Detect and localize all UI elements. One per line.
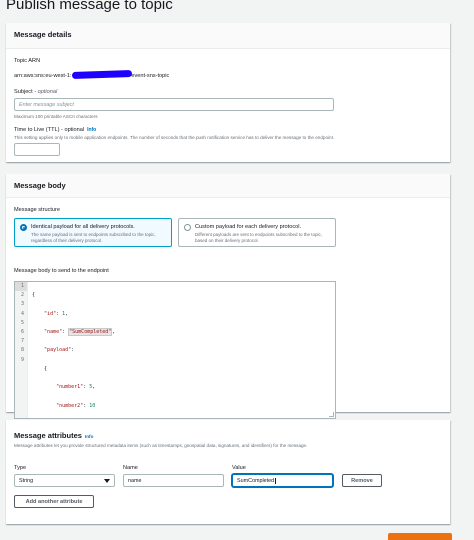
highlighted-value: "SumCompleted" — [68, 328, 113, 337]
line-number: 5 — [20, 319, 24, 326]
subject-input[interactable]: Enter message subject — [14, 98, 334, 111]
attribute-type-select[interactable]: String — [14, 474, 115, 487]
message-body-editor-label: Message body to send to the endpoint — [14, 268, 109, 274]
code-line: "number1": 5, — [56, 384, 96, 391]
page-title: Publish message to topic — [6, 0, 173, 13]
code-line: "number2": 10 — [56, 402, 96, 409]
line-number: 4 — [20, 310, 24, 317]
code-line: { — [44, 365, 48, 372]
custom-payload-option[interactable]: Custom payload for each delivery protoco… — [178, 218, 336, 247]
identical-payload-radio[interactable] — [20, 224, 27, 231]
subject-hint: Maximum 100 printable ASCII characters — [14, 114, 98, 119]
cancel-link[interactable] — [360, 535, 378, 540]
ttl-hint: This setting applies only to mobile appl… — [14, 135, 335, 140]
attribute-name-input[interactable]: name — [123, 474, 224, 487]
resize-handle[interactable] — [329, 412, 334, 417]
code-line: "id": 1, — [44, 310, 69, 317]
topic-arn-prefix: arn:aws:sns:eu-west-1: — [14, 73, 72, 79]
line-number: 1 — [15, 282, 27, 292]
topic-arn-label: Topic ARN — [14, 58, 41, 64]
ttl-label: Time to Live (TTL) - optional Info — [14, 127, 97, 133]
attribute-value-input[interactable]: SumCompleted — [232, 474, 333, 487]
type-column-label: Type — [14, 465, 27, 471]
custom-payload-desc: Different payloads are sent to endpoints… — [195, 232, 322, 243]
identical-payload-desc: The same payload is sent to endpoints su… — [31, 232, 156, 243]
message-details-panel: Message details Topic ARN arn:aws:sns:eu… — [6, 23, 450, 162]
topic-arn-value: arn:aws:sns:eu-west-1: demo-event-sns-top… — [14, 69, 314, 80]
text-cursor — [274, 477, 276, 484]
add-attribute-button[interactable]: Add another attribute — [14, 495, 94, 508]
code-line: "name": "SumCompleted", — [44, 328, 116, 337]
publish-message-button[interactable] — [388, 533, 452, 540]
subject-label: Subject - optional — [14, 89, 58, 95]
message-structure-label: Message structure — [14, 207, 61, 213]
attributes-info-link[interactable]: Info — [85, 434, 93, 439]
line-number: 2 — [20, 292, 24, 299]
custom-payload-radio[interactable] — [184, 224, 191, 231]
name-column-label: Name — [123, 465, 138, 471]
message-body-panel: Message body Message structure Identical… — [6, 174, 450, 445]
code-line: "payload": — [44, 347, 75, 354]
value-column-label: Value — [232, 465, 246, 471]
identical-payload-title: Identical payload for all delivery proto… — [31, 224, 135, 230]
line-number: 9 — [20, 356, 24, 363]
message-details-header: Message details — [6, 23, 450, 49]
editor-gutter: 1 2 3 4 5 6 7 8 9 — [15, 282, 28, 418]
message-attributes-header: Message attributes Info — [14, 431, 94, 440]
ttl-input[interactable] — [14, 143, 60, 156]
line-number: 3 — [20, 301, 24, 308]
chevron-down-icon — [104, 479, 110, 483]
message-body-header: Message body — [6, 174, 450, 198]
custom-payload-title: Custom payload for each delivery protoco… — [195, 224, 302, 230]
message-body-editor[interactable]: 1 2 3 4 5 6 7 8 9 { "id": 1, "name": "Su… — [14, 281, 336, 445]
code-line: { — [32, 292, 36, 299]
line-number: 7 — [20, 338, 24, 345]
message-attributes-hint: Message attributes let you provide struc… — [14, 443, 308, 448]
ttl-info-link[interactable]: Info — [87, 127, 96, 133]
line-number: 6 — [20, 328, 24, 335]
remove-attribute-button[interactable]: Remove — [342, 474, 382, 487]
identical-payload-option[interactable]: Identical payload for all delivery proto… — [14, 218, 172, 247]
message-attributes-panel: Message attributes Info Message attribute… — [6, 420, 450, 524]
line-number: 8 — [20, 347, 24, 354]
